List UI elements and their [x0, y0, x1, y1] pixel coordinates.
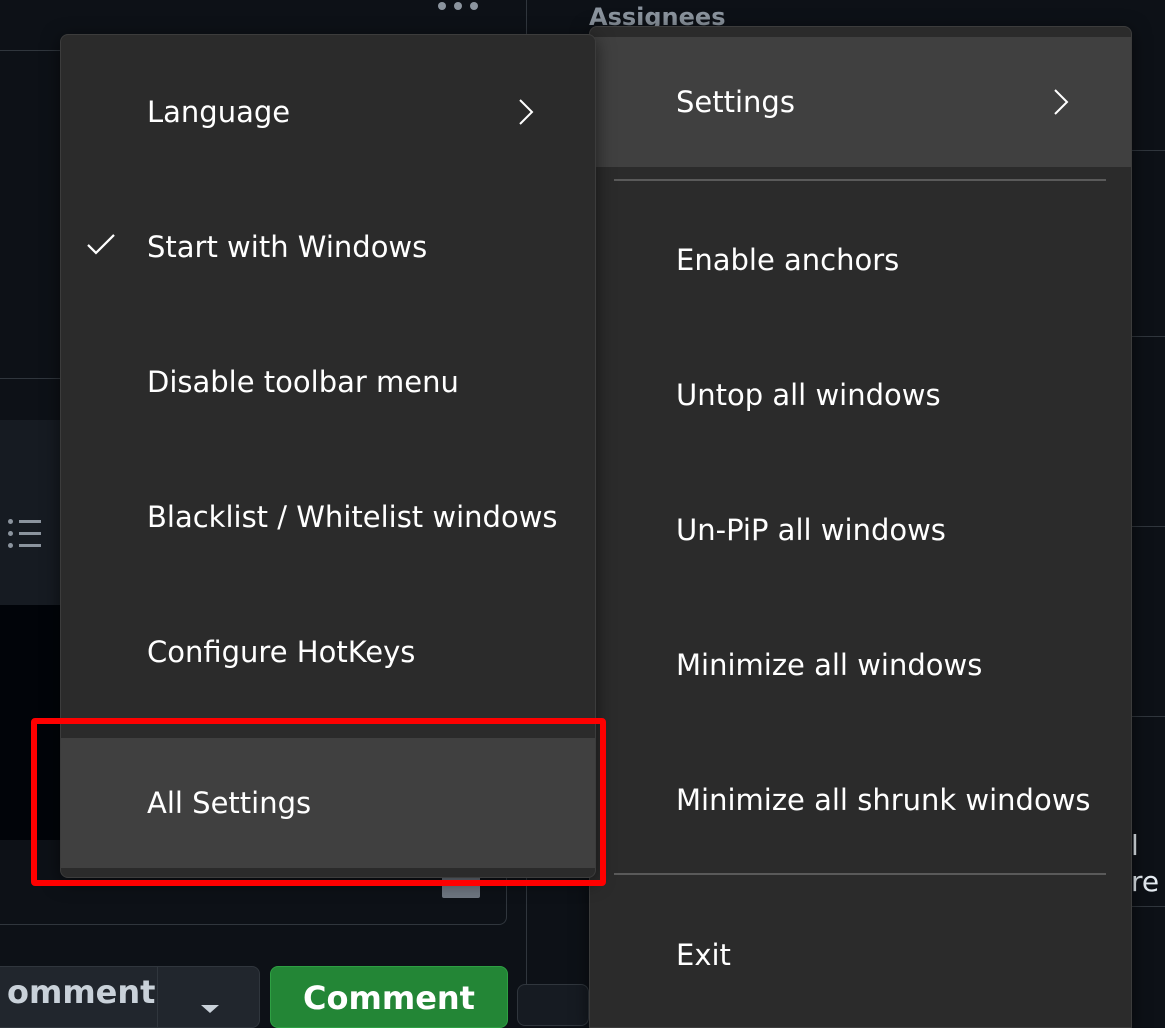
divider [1131, 716, 1165, 717]
menu-item-start-with-windows[interactable]: Start with Windows [61, 182, 595, 312]
menu-item-untop-all-windows[interactable]: Untop all windows [590, 330, 1131, 460]
split-divider [157, 967, 158, 1027]
menu-item-label: Exit [676, 938, 731, 972]
menu-item-un-pip-all-windows[interactable]: Un-PiP all windows [590, 465, 1131, 595]
menu-item-configure-hotkeys[interactable]: Configure HotKeys [61, 587, 595, 717]
chevron-right-icon [519, 99, 534, 125]
divider [1131, 526, 1165, 527]
comment-button[interactable]: Comment [270, 966, 508, 1028]
kebab-menu-icon[interactable] [436, 0, 480, 14]
tray-context-menu: Settings Enable anchors Untop all window… [589, 26, 1132, 1028]
menu-item-label: Language [147, 95, 291, 129]
menu-item-label: Un-PiP all windows [676, 513, 946, 547]
caret-down-icon[interactable] [201, 1005, 219, 1013]
menu-item-minimize-all-windows[interactable]: Minimize all windows [590, 600, 1131, 730]
menu-item-label: Blacklist / Whitelist windows [147, 500, 558, 534]
highlight-annotation-box [31, 718, 606, 886]
menu-item-blacklist-whitelist-windows[interactable]: Blacklist / Whitelist windows [61, 452, 595, 582]
menu-item-label: Minimize all shrunk windows [676, 783, 1091, 817]
close-with-comment-label: omment [7, 973, 156, 1011]
menu-item-label: Settings [676, 85, 795, 119]
menu-item-disable-toolbar-menu[interactable]: Disable toolbar menu [61, 317, 595, 447]
menu-item-settings[interactable]: Settings [590, 37, 1131, 167]
divider [0, 378, 60, 379]
divider [1131, 906, 1165, 907]
menu-item-language[interactable]: Language [61, 47, 595, 177]
menu-separator [614, 873, 1106, 875]
menu-item-exit[interactable]: Exit [590, 890, 1131, 1020]
divider [1131, 336, 1165, 337]
menu-item-minimize-all-shrunk-windows[interactable]: Minimize all shrunk windows [590, 735, 1131, 865]
chevron-right-icon [1054, 89, 1069, 115]
menu-separator [614, 179, 1106, 181]
comment-button-label: Comment [303, 979, 475, 1017]
card-edge [517, 984, 589, 1026]
menu-item-label: Untop all windows [676, 378, 941, 412]
menu-item-enable-anchors[interactable]: Enable anchors [590, 195, 1131, 325]
divider [1131, 150, 1165, 151]
menu-item-label: Enable anchors [676, 243, 900, 277]
editor-toolbar [0, 420, 60, 605]
sidebar-text-fragment: l re [1131, 829, 1160, 898]
list-icon[interactable] [6, 516, 44, 552]
menu-item-label: Start with Windows [147, 230, 428, 264]
check-icon [87, 234, 115, 255]
close-with-comment-button[interactable]: omment [0, 966, 260, 1028]
menu-item-label: Minimize all windows [676, 648, 983, 682]
menu-item-label: Disable toolbar menu [147, 365, 459, 399]
divider [0, 50, 60, 51]
menu-item-label: Configure HotKeys [147, 635, 416, 669]
